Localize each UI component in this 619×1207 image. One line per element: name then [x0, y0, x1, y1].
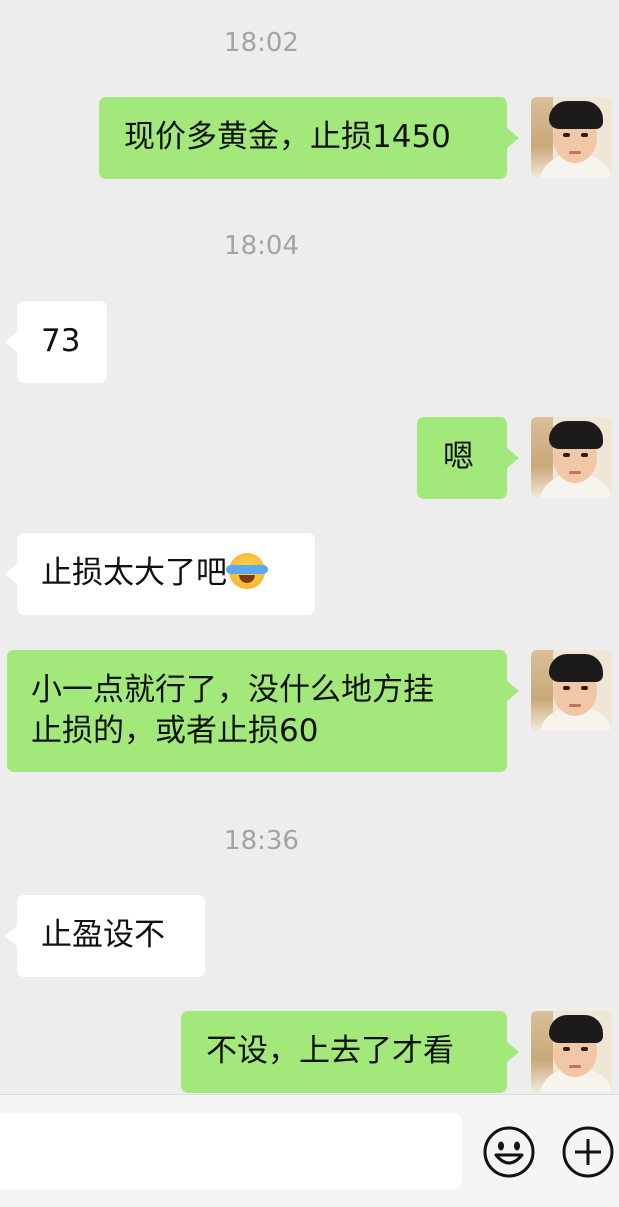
timestamp: 18:04 [224, 231, 299, 261]
message-text: 小一点就行了，没什么地方挂 止损的，或者止损60 [31, 672, 434, 749]
face-with-tears-of-joy-icon [226, 553, 268, 589]
avatar[interactable] [531, 417, 612, 498]
input-bar [0, 1094, 619, 1207]
message-bubble-sent[interactable]: 嗯 [417, 417, 519, 499]
message-bubble-sent[interactable]: 现价多黄金，止损1450 [99, 97, 519, 179]
message-bubble-sent[interactable]: 小一点就行了，没什么地方挂 止损的，或者止损60 [7, 650, 519, 772]
timestamp: 18:02 [224, 28, 299, 58]
timestamp: 18:36 [224, 826, 299, 856]
message-text: 止损太大了吧 [41, 553, 315, 594]
message-text: 73 [41, 323, 81, 359]
plus-circle-icon[interactable] [561, 1125, 615, 1179]
message-text: 不设，上去了才看 [206, 1033, 454, 1069]
chat-area[interactable]: 18:02 现价多黄金，止损1450 18:04 73 嗯 止损太大了吧 小一点… [0, 0, 619, 1094]
smiley-face-icon[interactable] [482, 1125, 536, 1179]
avatar[interactable] [531, 650, 612, 731]
message-bubble-received[interactable]: 73 [5, 301, 107, 383]
message-text: 嗯 [443, 439, 474, 475]
message-input[interactable] [0, 1113, 462, 1189]
message-bubble-received[interactable]: 止盈设不 [5, 895, 205, 977]
message-bubble-received[interactable]: 止损太大了吧 [5, 533, 315, 615]
message-text: 止盈设不 [41, 917, 165, 953]
avatar[interactable] [531, 97, 612, 178]
message-bubble-sent[interactable]: 不设，上去了才看 [181, 1011, 519, 1093]
message-text: 现价多黄金，止损1450 [124, 119, 451, 155]
avatar[interactable] [531, 1011, 612, 1092]
